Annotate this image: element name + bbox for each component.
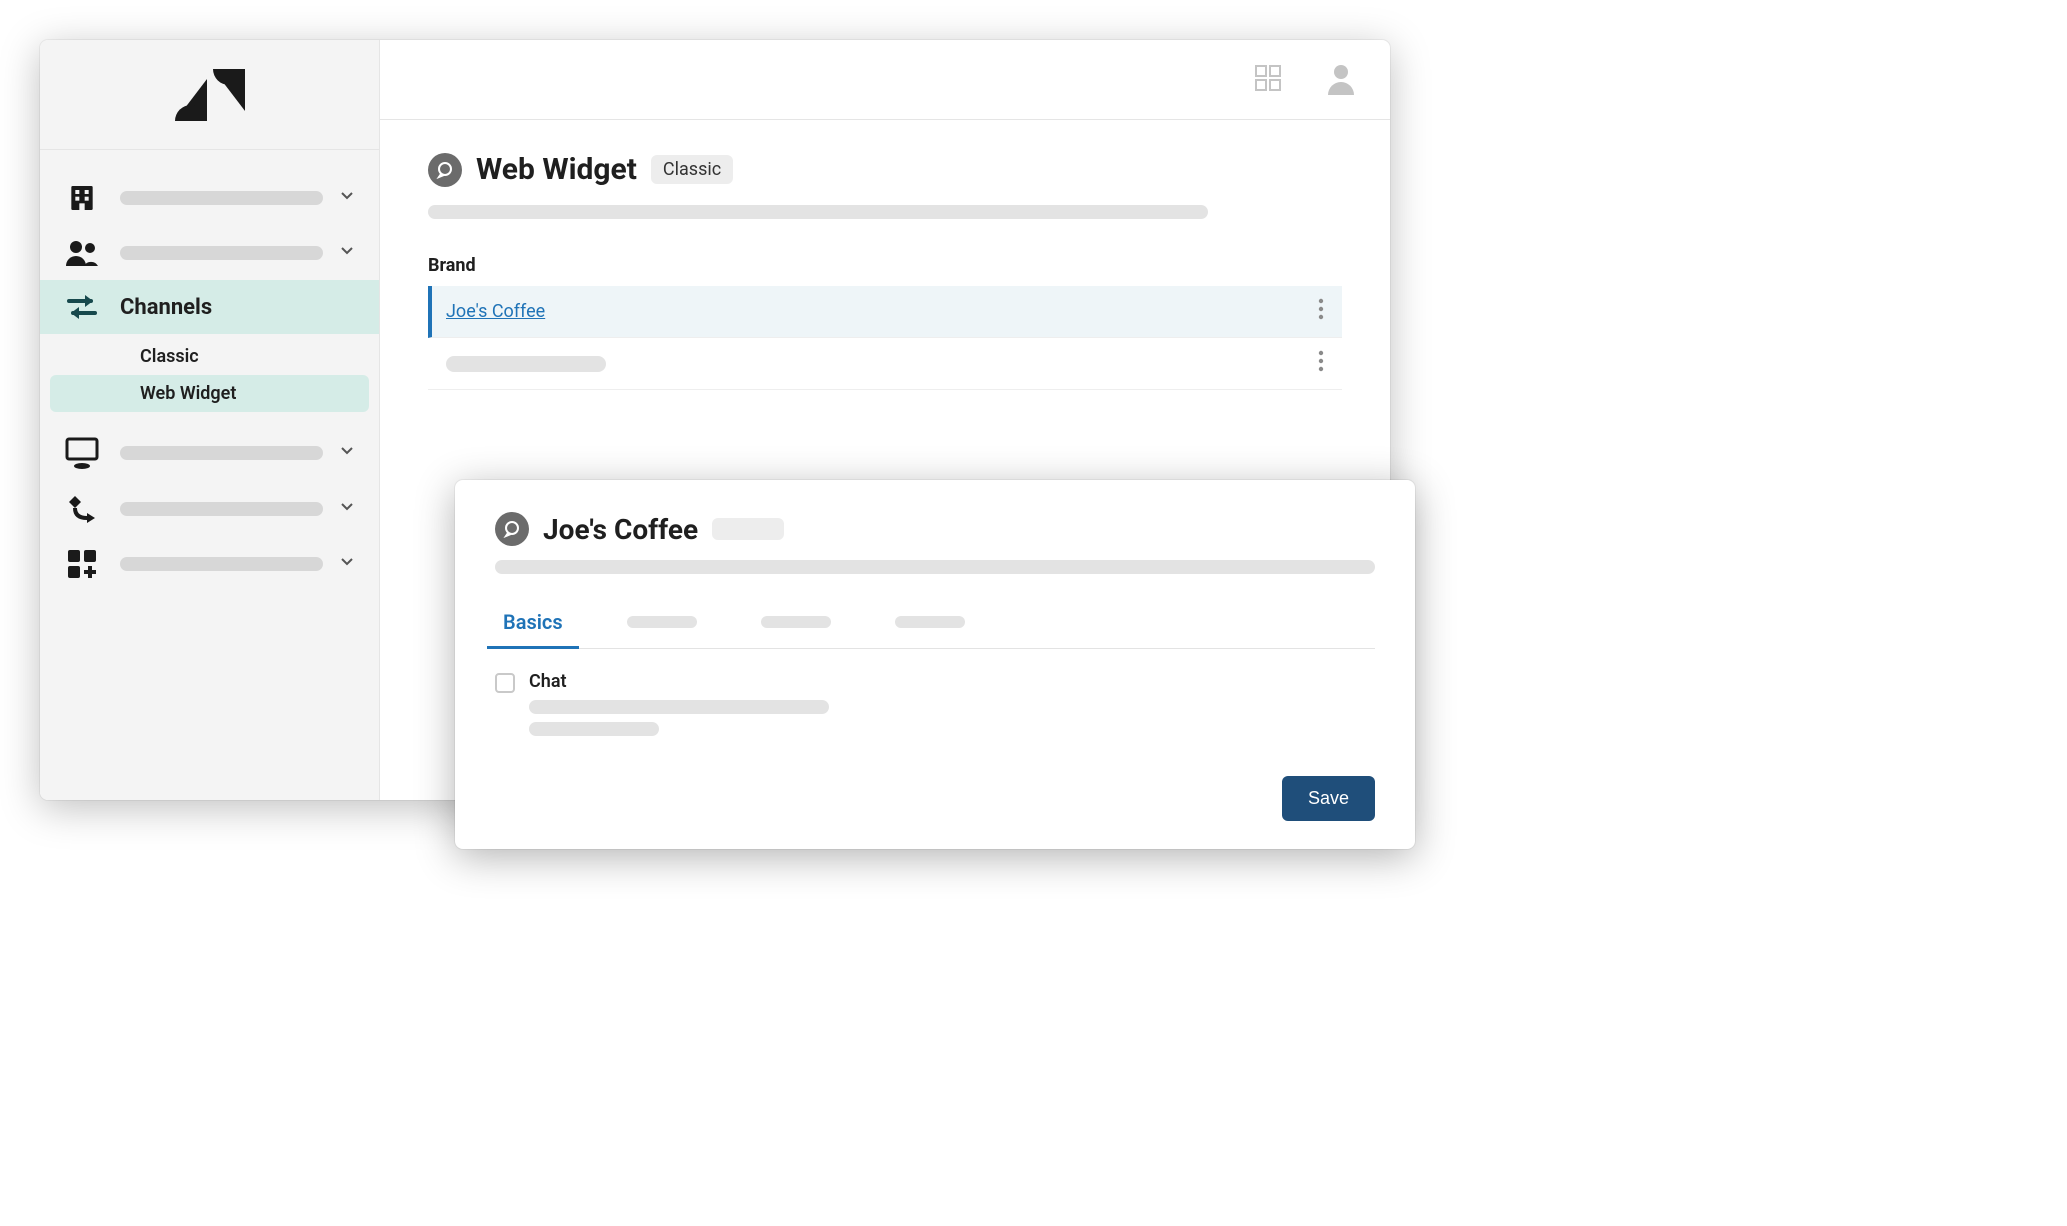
page-web-widget: Web Widget Classic Brand Joe's Coffee bbox=[380, 120, 1390, 422]
sidebar-item-objects[interactable] bbox=[40, 482, 379, 536]
sidebar-item-account[interactable] bbox=[40, 170, 379, 226]
tab-placeholder[interactable] bbox=[887, 600, 973, 648]
chat-label: Chat bbox=[529, 671, 829, 692]
apps-add-icon bbox=[60, 548, 104, 580]
chat-bubble-icon bbox=[428, 153, 462, 187]
sidebar-item-label bbox=[120, 502, 323, 516]
monitor-icon bbox=[60, 436, 104, 470]
overlay-description-placeholder bbox=[495, 560, 1375, 574]
chevron-down-icon bbox=[339, 554, 359, 574]
building-icon bbox=[60, 182, 104, 214]
brand-row-selected[interactable]: Joe's Coffee bbox=[428, 286, 1342, 338]
sidebar-subitem-web-widget[interactable]: Web Widget bbox=[50, 375, 369, 412]
chat-description-placeholder bbox=[529, 700, 829, 714]
sidebar-item-apps[interactable] bbox=[40, 536, 379, 592]
sidebar-item-label bbox=[120, 246, 323, 260]
chat-bubble-icon bbox=[495, 512, 529, 546]
app-switcher-icon[interactable] bbox=[1252, 62, 1284, 98]
profile-icon[interactable] bbox=[1324, 61, 1358, 99]
description-placeholder bbox=[428, 205, 1208, 219]
sidebar-item-label bbox=[120, 446, 323, 460]
flow-icon bbox=[60, 494, 104, 524]
chevron-down-icon bbox=[339, 243, 359, 263]
brand-placeholder bbox=[446, 356, 606, 372]
chat-description-placeholder bbox=[529, 722, 659, 736]
sidebar-item-people[interactable] bbox=[40, 226, 379, 280]
save-button[interactable]: Save bbox=[1282, 776, 1375, 821]
chevron-down-icon bbox=[339, 188, 359, 208]
chat-checkbox[interactable] bbox=[495, 673, 515, 693]
people-icon bbox=[60, 238, 104, 268]
channels-subnav: Classic Web Widget bbox=[40, 334, 379, 424]
zendesk-logo bbox=[40, 40, 379, 150]
chevron-down-icon bbox=[339, 443, 359, 463]
sidebar-item-label bbox=[120, 557, 323, 571]
sidebar-item-label: Channels bbox=[120, 295, 212, 320]
chevron-down-icon bbox=[339, 499, 359, 519]
overlay-title: Joe's Coffee bbox=[543, 513, 698, 546]
overlay-tabs: Basics bbox=[495, 600, 1375, 649]
brand-detail-panel: Joe's Coffee Basics Chat Save bbox=[455, 480, 1415, 849]
brand-link[interactable]: Joe's Coffee bbox=[446, 301, 545, 322]
overlay-badge-placeholder bbox=[712, 518, 784, 540]
brand-row[interactable] bbox=[428, 338, 1342, 390]
chat-option-row: Chat bbox=[495, 649, 1375, 736]
page-title: Web Widget bbox=[476, 152, 637, 187]
topbar bbox=[380, 40, 1390, 120]
sidebar: Channels Classic Web Widget bbox=[40, 40, 380, 800]
classic-badge: Classic bbox=[651, 155, 733, 184]
arrows-icon bbox=[60, 292, 104, 322]
sidebar-subitem-classic[interactable]: Classic bbox=[40, 338, 379, 375]
brand-list: Joe's Coffee bbox=[428, 286, 1342, 390]
sidebar-item-workspaces[interactable] bbox=[40, 424, 379, 482]
more-options-icon[interactable] bbox=[1318, 298, 1324, 325]
tab-basics[interactable]: Basics bbox=[495, 600, 571, 648]
tab-placeholder[interactable] bbox=[619, 600, 705, 648]
brand-section-label: Brand bbox=[428, 255, 1342, 276]
more-options-icon[interactable] bbox=[1318, 350, 1324, 377]
sidebar-item-channels[interactable]: Channels bbox=[40, 280, 379, 334]
tab-placeholder[interactable] bbox=[753, 600, 839, 648]
sidebar-item-label bbox=[120, 191, 323, 205]
sidebar-nav: Channels Classic Web Widget bbox=[40, 150, 379, 592]
